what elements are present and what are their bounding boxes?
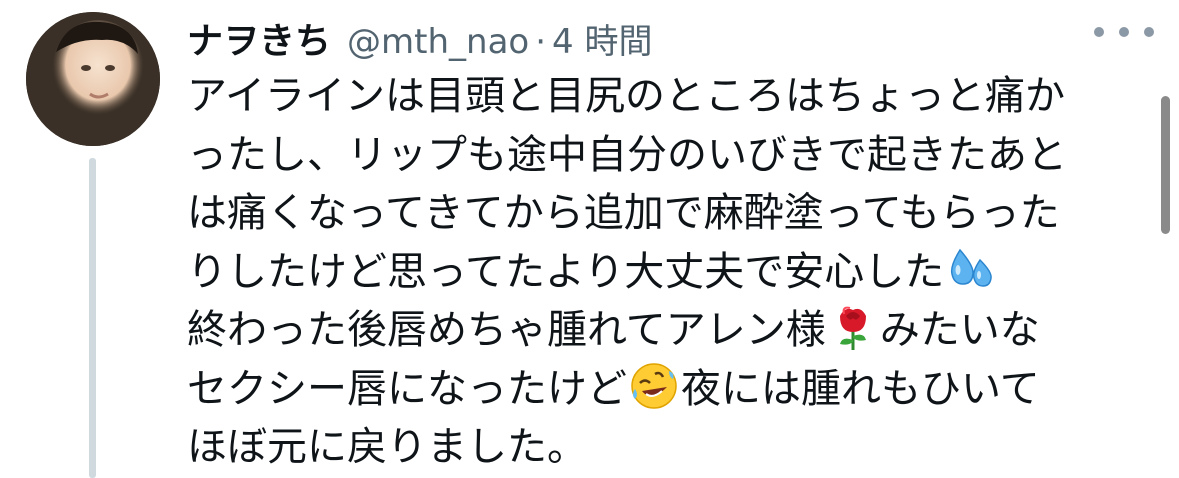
tweet: ナヲきち @mth_nao · 4 時間 アイラインは目頭と目尻のところはちょっ… — [0, 0, 1179, 478]
tweet-text-segment: りしたけど思ってたより大丈夫で安心した — [187, 248, 945, 295]
user-handle[interactable]: @mth_nao — [347, 22, 529, 62]
tweet-text-line-with-emoji: セクシー唇になったけど 夜には腫れもひいて — [187, 360, 1147, 419]
tweet-text-line: アイラインは目頭と目尻のところはちょっと痛か — [187, 73, 1065, 119]
tweet-text-line-with-emoji: 終わった後唇めちゃ腫れてアレン様 みたいな — [187, 301, 1147, 360]
thread-connector-line — [89, 158, 96, 478]
profile-photo — [26, 12, 160, 146]
tweet-text-line: ほぼ元に戻りました。 — [187, 424, 587, 470]
tweet-text-segment: 夜には腫れもひいて — [681, 365, 1040, 412]
rolling-on-floor-laughing-emoji — [629, 361, 679, 411]
more-horizontal-icon-dot — [1144, 27, 1154, 37]
tweet-header: ナヲきち @mth_nao · 4 時間 — [187, 12, 652, 63]
sweat-droplets-emoji — [946, 244, 996, 294]
timestamp[interactable]: 4 時間 — [552, 14, 652, 63]
more-options-button[interactable] — [1094, 20, 1154, 44]
tweet-text-segment: セクシー唇になったけど — [187, 365, 627, 412]
tweet-text-segment: みたいな — [879, 307, 1040, 353]
rose-emoji — [828, 302, 878, 352]
more-horizontal-icon — [1094, 27, 1104, 37]
tweet-text-line-with-emoji: りしたけど思ってたより大丈夫で安心した — [187, 243, 1147, 302]
display-name[interactable]: ナヲきち — [187, 12, 331, 64]
avatar[interactable] — [26, 12, 160, 146]
scrollbar[interactable] — [1161, 96, 1170, 234]
tweet-text-line: ったし、リップも途中自分のいびきで起きたあと — [187, 131, 1067, 178]
separator-dot: · — [535, 22, 547, 62]
tweet-text: アイラインは目頭と目尻のところはちょっと痛か ったし、リップも途中自分のいびきで… — [187, 67, 1147, 477]
tweet-text-line: は痛くなってきてから追加で麻酔塗ってもらった — [187, 190, 1060, 236]
tweet-text-segment: 終わった後唇めちゃ腫れてアレン様 — [187, 307, 826, 353]
more-horizontal-icon-dot — [1119, 27, 1129, 37]
